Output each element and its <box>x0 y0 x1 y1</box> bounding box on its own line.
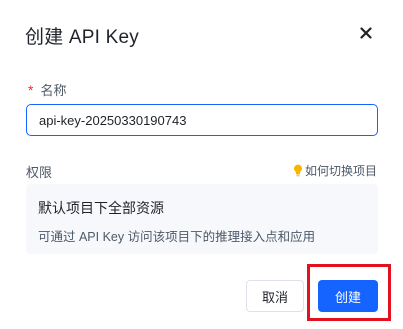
create-button[interactable]: 创建 <box>318 280 378 312</box>
switch-project-text: 如何切换项目 <box>304 164 377 178</box>
cancel-button[interactable]: 取消 <box>246 280 304 312</box>
name-input[interactable] <box>26 104 378 136</box>
create-api-key-dialog: 创建 API Key * 名称 权限 如何切换项目 默认项目下全部资源 可通过 … <box>0 0 403 329</box>
close-icon <box>360 27 372 39</box>
scope-description: 可通过 API Key 访问该项目下的推理接入点和应用 <box>38 230 316 244</box>
switch-project-link[interactable]: 如何切换项目 <box>293 162 377 179</box>
lightbulb-icon <box>293 164 303 177</box>
name-label-text: 名称 <box>40 83 67 98</box>
close-button[interactable] <box>357 24 375 42</box>
dialog-title: 创建 API Key <box>25 27 139 48</box>
scope-title: 默认项目下全部资源 <box>38 200 164 216</box>
permission-label: 权限 <box>26 165 53 180</box>
permission-scope-box: 默认项目下全部资源 可通过 API Key 访问该项目下的推理接入点和应用 <box>26 184 378 254</box>
required-mark: * <box>28 81 34 98</box>
name-field-label: * 名称 <box>28 80 66 99</box>
